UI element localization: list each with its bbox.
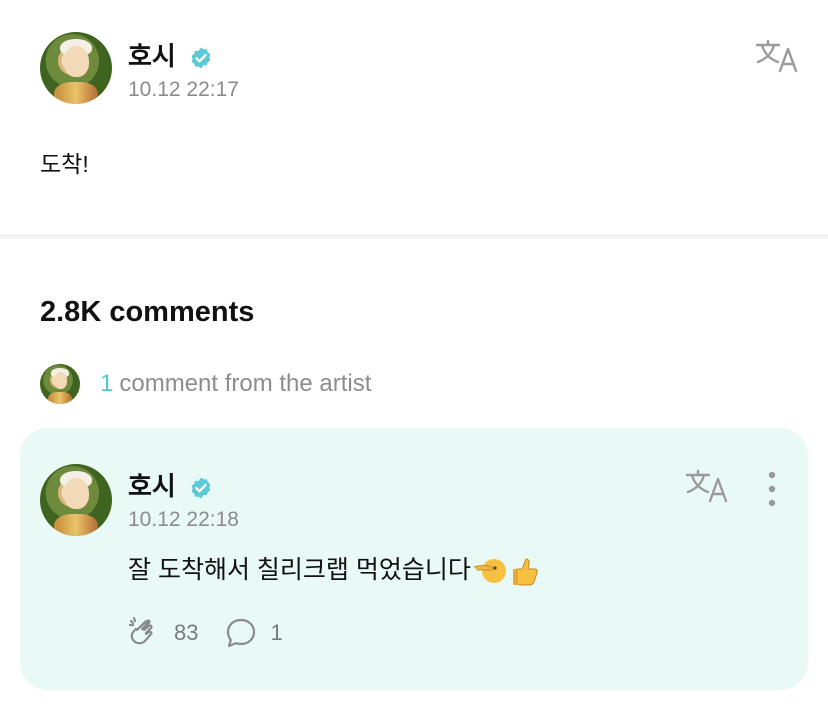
thumbs-up-icon xyxy=(512,558,538,586)
translate-icon[interactable] xyxy=(684,468,730,504)
comment-author-row[interactable]: 호시 xyxy=(128,466,213,503)
artist-comment-card: 호시 10.12 22:18 잘 도착해서 칠리크랩 먹었습니다 83 1 xyxy=(20,428,808,690)
post-timestamp: 10.12 22:17 xyxy=(128,78,239,101)
like-count: 83 xyxy=(174,620,199,645)
more-vertical-icon[interactable] xyxy=(762,470,782,508)
author-name-row[interactable]: 호시 xyxy=(128,36,213,73)
section-divider xyxy=(0,234,828,239)
artist-avatar xyxy=(40,364,80,404)
post-body: 도착! xyxy=(40,151,89,177)
avatar[interactable] xyxy=(40,464,112,536)
comment-timestamp: 10.12 22:18 xyxy=(128,508,239,531)
artist-comment-count: 1 xyxy=(100,370,114,397)
comment-text-row: 잘 도착해서 칠리크랩 먹었습니다 xyxy=(128,550,543,588)
comment-bubble-icon[interactable] xyxy=(224,616,258,650)
artist-comment-filter[interactable]: 1 comment from the artist xyxy=(40,364,371,404)
comment-reactions: 83 1 xyxy=(128,616,309,650)
post-header: 호시 10.12 22:17 xyxy=(40,32,800,112)
verified-badge-icon xyxy=(191,477,211,499)
reply-count: 1 xyxy=(270,620,283,645)
comment-text: 잘 도착해서 칠리크랩 먹었습니다 xyxy=(128,556,471,584)
post-detail-page: 호시 10.12 22:17 도착! 2.8K comments 1 comme… xyxy=(0,0,828,722)
comments-count: 2.8K comments xyxy=(40,296,255,328)
hand-pointing-left-face-icon xyxy=(473,559,506,584)
verified-badge-icon xyxy=(191,47,211,69)
clap-icon[interactable] xyxy=(128,616,162,650)
translate-icon[interactable] xyxy=(754,38,800,74)
comment-author-name[interactable]: 호시 xyxy=(128,471,176,501)
artist-comment-label: comment from the artist xyxy=(119,370,372,397)
author-name[interactable]: 호시 xyxy=(128,41,176,71)
avatar[interactable] xyxy=(40,32,112,104)
